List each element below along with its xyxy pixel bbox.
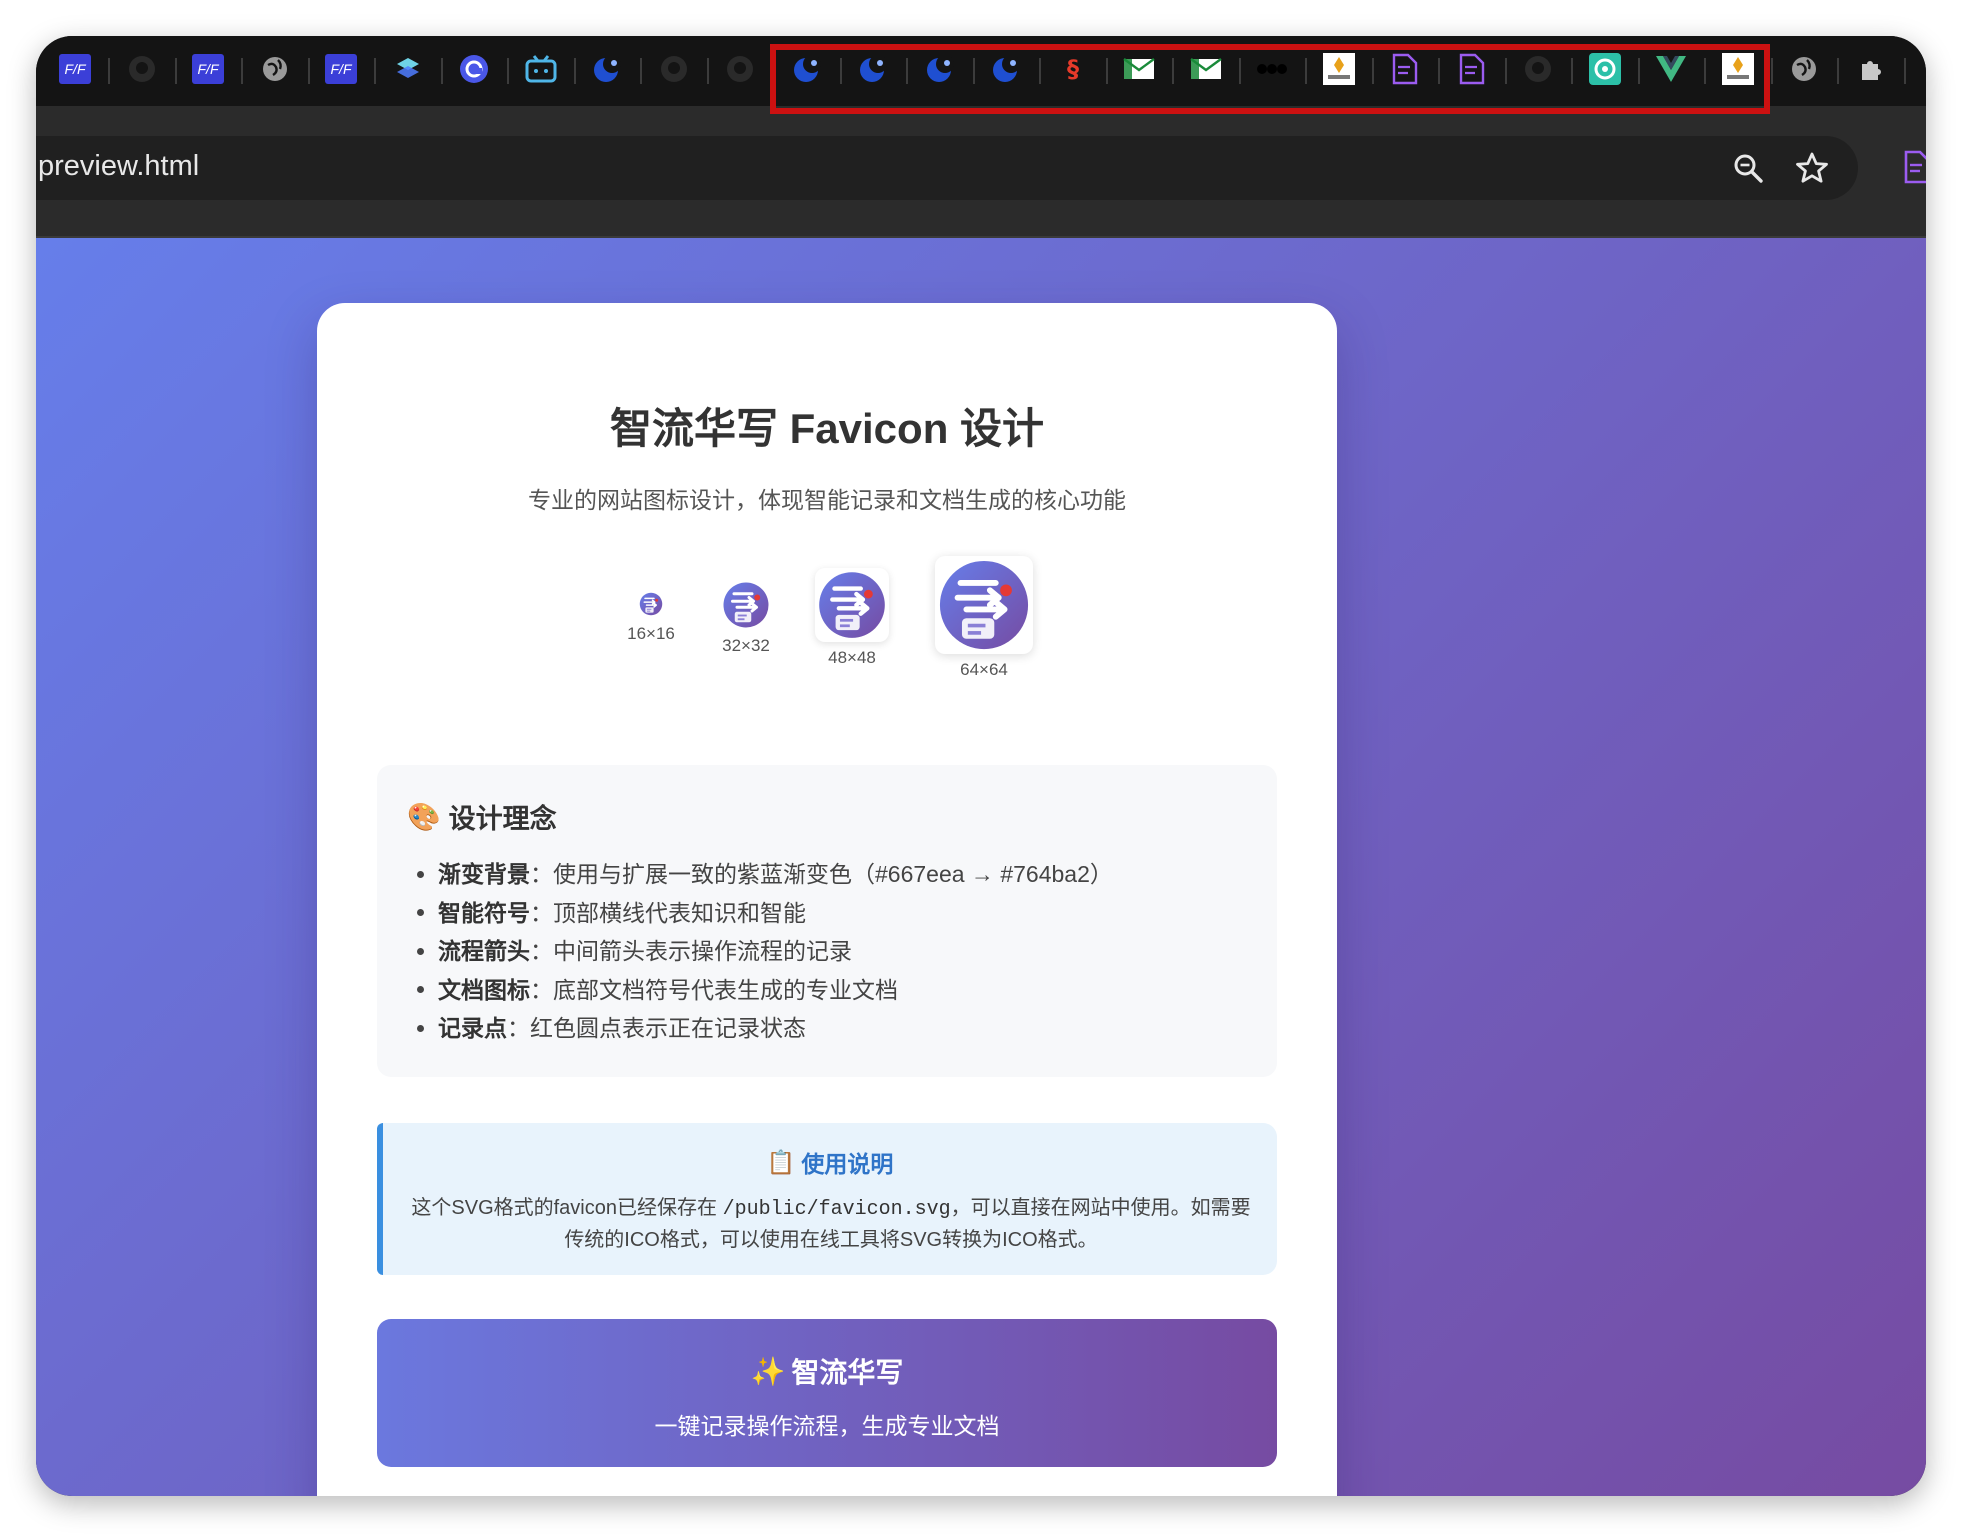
preview-16-label: 16×16: [627, 624, 675, 643]
browser-toolbar: preview.html: [36, 116, 1926, 238]
browser-tab[interactable]: [109, 48, 175, 94]
concept-term: 智能符号: [438, 899, 530, 926]
browser-tab[interactable]: [707, 48, 773, 94]
brand-banner: ✨ 智流华写 一键记录操作流程，生成专业文档: [377, 1319, 1277, 1467]
browser-window: F/F F/F F/F § preview.html 智流华写 Favicon 设计 …: [36, 36, 1926, 1496]
layers-icon: [393, 54, 423, 89]
browser-tab[interactable]: [574, 48, 640, 94]
usage-heading-text: 使用说明: [801, 1151, 894, 1177]
concept-desc: ：红色圆点表示正在记录状态: [507, 1015, 806, 1041]
list-item: 记录点 ：红色圆点表示正在记录状态: [413, 1009, 1113, 1048]
usage-text: 这个SVG格式的favicon已经保存在 /public/favicon.svg…: [407, 1193, 1255, 1255]
svg-text:F/F: F/F: [331, 61, 353, 77]
favicon-64-icon: [935, 556, 1033, 654]
browser-tab[interactable]: [242, 48, 308, 94]
list-item: 渐变背景 ：使用与扩展一致的紫蓝渐变色（#667eea → #764ba2）: [413, 855, 1113, 894]
preview-48-label: 48×48: [828, 648, 876, 667]
github-icon: [659, 54, 689, 89]
brand-name: 智流华写: [791, 1357, 904, 1388]
design-concept-list: 渐变背景 ：使用与扩展一致的紫蓝渐变色（#667eea → #764ba2） 智能…: [413, 855, 1113, 1048]
favicon-preview-row: 16×16 32×32 48×48 64×64: [317, 556, 1337, 718]
brand-tagline: 一键记录操作流程，生成专业文档: [654, 1413, 1000, 1439]
usage-heading: 📋 使用说明: [383, 1145, 1277, 1179]
browser-tab[interactable]: [1838, 48, 1904, 94]
fz-logo-icon: F/F: [325, 53, 357, 89]
browser-tab[interactable]: [1771, 48, 1837, 94]
globe-icon: [1789, 54, 1819, 89]
page-viewport: 智流华写 Favicon 设计 专业的网站图标设计，体现智能记录和文档生成的核心…: [36, 238, 1926, 1496]
tab-separator: [1903, 58, 1906, 84]
preview-card: 智流华写 Favicon 设计 专业的网站图标设计，体现智能记录和文档生成的核心…: [317, 303, 1337, 1496]
concept-desc: ：顶部横线代表知识和智能: [530, 899, 806, 926]
browser-tab[interactable]: [375, 48, 441, 94]
bookmark-star-icon[interactable]: [1794, 150, 1830, 186]
design-concept-box: 🎨 设计理念 渐变背景 ：使用与扩展一致的紫蓝渐变色（#667eea → #764…: [377, 765, 1277, 1077]
browser-tab[interactable]: [441, 48, 507, 94]
refresh-badge-icon: [458, 53, 490, 90]
browser-tab[interactable]: F/F: [308, 48, 374, 94]
fz-logo-icon: F/F: [192, 53, 224, 89]
url-text[interactable]: preview.html: [38, 150, 199, 183]
design-concept-heading-text: 设计理念: [448, 804, 557, 834]
preview-48: 48×48: [807, 568, 897, 668]
favicon-32-icon: [721, 580, 771, 630]
palette-icon: 🎨: [407, 801, 441, 832]
extension-doc-icon[interactable]: [1902, 150, 1926, 189]
concept-term: 文档图标: [438, 976, 530, 1003]
blue-moon-icon: [591, 53, 623, 90]
preview-64-label: 64×64: [960, 660, 1008, 679]
sparkles-icon: ✨: [750, 1355, 786, 1387]
favicon-16-icon: [637, 590, 665, 618]
page-title: 智流华写 Favicon 设计: [609, 405, 1045, 452]
browser-tab[interactable]: [508, 48, 574, 94]
browser-tab[interactable]: [641, 48, 707, 94]
usage-text-before: 这个SVG格式的favicon已经保存在: [411, 1197, 723, 1219]
annotation-highlight-box: [770, 44, 1770, 114]
svg-text:F/F: F/F: [198, 61, 220, 77]
list-item: 智能符号 ：顶部横线代表知识和智能: [413, 894, 1113, 933]
favicon-path: /public/favicon.svg: [722, 1198, 951, 1221]
usage-note-box: 📋 使用说明 这个SVG格式的favicon已经保存在 /public/favi…: [377, 1123, 1277, 1275]
globe-icon: [260, 54, 290, 89]
svg-text:F/F: F/F: [65, 61, 87, 77]
clipboard-icon: 📋: [766, 1148, 796, 1175]
list-item: 流程箭头 ：中间箭头表示操作流程的记录: [413, 932, 1113, 971]
concept-desc: ：中间箭头表示操作流程的记录: [530, 938, 852, 964]
fz-logo-icon: F/F: [59, 53, 91, 89]
preview-32-label: 32×32: [722, 636, 770, 655]
page-subtitle: 专业的网站图标设计，体现智能记录和文档生成的核心功能: [528, 487, 1126, 513]
preview-16: 16×16: [623, 590, 679, 644]
concept-desc: ：使用与扩展一致的紫蓝渐变色（#667eea → #764ba2）: [530, 861, 1113, 887]
github-icon: [725, 54, 755, 89]
address-bar[interactable]: preview.html: [36, 136, 1858, 200]
list-item: 文档图标 ：底部文档符号代表生成的专业文档: [413, 971, 1113, 1010]
concept-desc: ：底部文档符号代表生成的专业文档: [530, 976, 898, 1003]
concept-term: 流程箭头: [438, 938, 530, 964]
concept-term: 渐变背景: [438, 861, 530, 887]
browser-tab[interactable]: F/F: [175, 48, 241, 94]
browser-tab[interactable]: F/F: [42, 48, 108, 94]
github-icon: [127, 54, 157, 89]
puzzle-icon: [1856, 54, 1886, 89]
preview-32: 32×32: [711, 580, 781, 656]
concept-term: 记录点: [438, 1015, 507, 1041]
zoom-icon[interactable]: [1730, 150, 1766, 186]
favicon-48-icon: [815, 568, 889, 642]
bilibili-icon: [524, 54, 558, 89]
brand-title: ✨ 智流华写: [377, 1351, 1277, 1391]
preview-64: 64×64: [929, 556, 1039, 680]
design-concept-heading: 🎨 设计理念: [407, 797, 557, 836]
